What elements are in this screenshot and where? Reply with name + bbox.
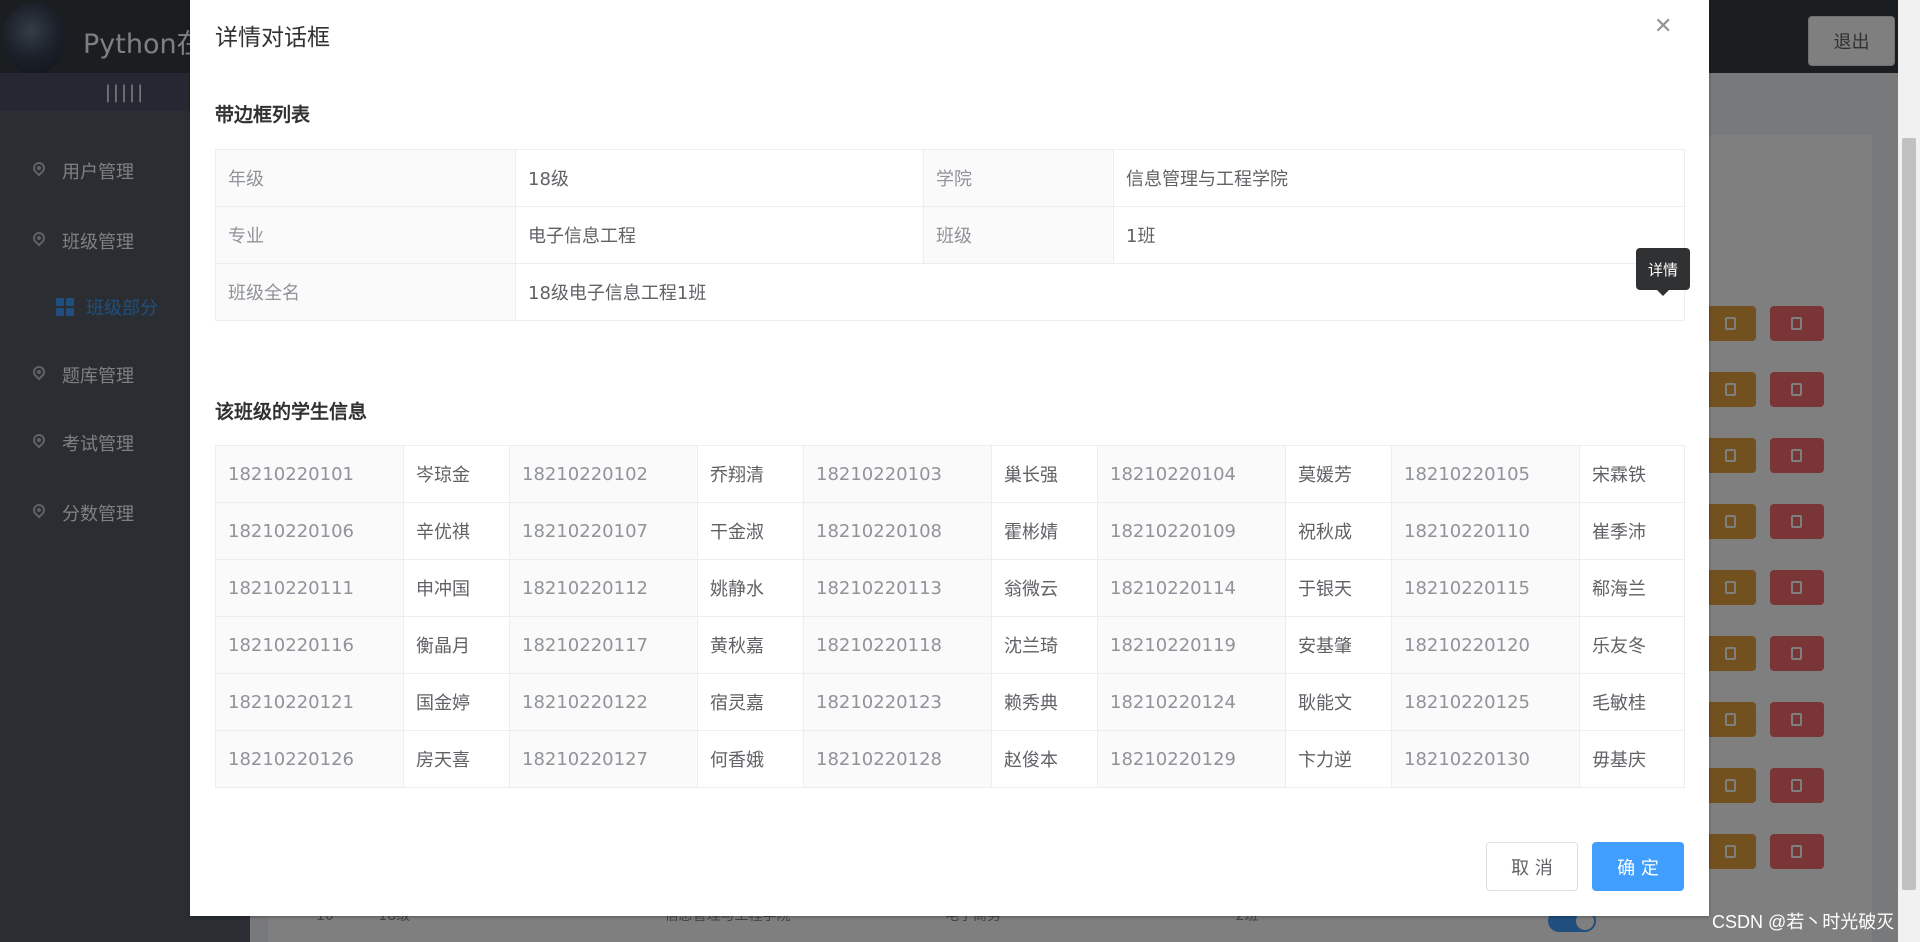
student-name: 岑琼金 — [403, 445, 510, 503]
student-name: 乔翔清 — [697, 445, 804, 503]
details-tooltip: 详情 — [1636, 248, 1690, 296]
section-title-student-info: 该班级的学生信息 — [215, 401, 368, 423]
class-label: 班级 — [923, 206, 1114, 264]
student-name: 翁微云 — [991, 559, 1098, 617]
student-id: 18210220124 — [1097, 673, 1286, 731]
table-row: 18210220126 房天喜 18210220127 何香娥 18210220128 赵… — [215, 730, 1685, 788]
student-info-table: 18210220101 岑琼金 18210220102 乔翔清 18210220103 巢… — [215, 445, 1685, 788]
student-name: 安基肇 — [1285, 616, 1392, 674]
student-id: 18210220123 — [803, 673, 992, 731]
table-row: 年级 18级 学院 信息管理与工程学院 — [215, 149, 1685, 207]
table-row: 班级全名 18级电子信息工程1班 — [215, 263, 1685, 321]
college-value: 信息管理与工程学院 — [1113, 149, 1685, 207]
student-id: 18210220105 — [1391, 445, 1580, 503]
student-name: 霍彬婧 — [991, 502, 1098, 560]
student-name: 乐友冬 — [1579, 616, 1685, 674]
student-name: 赖秀典 — [991, 673, 1098, 731]
student-name: 黄秋嘉 — [697, 616, 804, 674]
table-row: 18210220121 国金婷 18210220122 宿灵嘉 18210220123 赖… — [215, 673, 1685, 731]
student-name: 郗海兰 — [1579, 559, 1685, 617]
student-id: 18210220107 — [509, 502, 698, 560]
student-name: 毋基庆 — [1579, 730, 1685, 788]
student-id: 18210220109 — [1097, 502, 1286, 560]
class-value: 1班 — [1113, 206, 1685, 264]
student-name: 耿能文 — [1285, 673, 1392, 731]
grade-label: 年级 — [215, 149, 516, 207]
table-row: 18210220111 申冲国 18210220112 姚静水 18210220113 翁… — [215, 559, 1685, 617]
student-name: 衡晶月 — [403, 616, 510, 674]
student-name: 宿灵嘉 — [697, 673, 804, 731]
college-label: 学院 — [923, 149, 1114, 207]
page-scrollbar[interactable] — [1898, 0, 1920, 942]
table-row: 专业 电子信息工程 班级 1班 — [215, 206, 1685, 264]
student-id: 18210220103 — [803, 445, 992, 503]
student-name: 卞力逆 — [1285, 730, 1392, 788]
student-name: 宋霖铁 — [1579, 445, 1685, 503]
student-id: 18210220102 — [509, 445, 698, 503]
student-name: 姚静水 — [697, 559, 804, 617]
student-id: 18210220126 — [215, 730, 404, 788]
student-id: 18210220120 — [1391, 616, 1580, 674]
watermark: CSDN @若丶时光破灭 — [1712, 912, 1895, 932]
student-id: 18210220127 — [509, 730, 698, 788]
student-name: 于银天 — [1285, 559, 1392, 617]
student-id: 18210220116 — [215, 616, 404, 674]
student-id: 18210220112 — [509, 559, 698, 617]
table-row: 18210220106 辛优祺 18210220107 干金淑 18210220108 霍… — [215, 502, 1685, 560]
student-id: 18210220125 — [1391, 673, 1580, 731]
student-name: 房天喜 — [403, 730, 510, 788]
student-name: 莫媛芳 — [1285, 445, 1392, 503]
student-id: 18210220108 — [803, 502, 992, 560]
student-name: 巢长强 — [991, 445, 1098, 503]
student-name: 赵俊本 — [991, 730, 1098, 788]
dialog-title: 详情对话框 — [215, 25, 330, 51]
confirm-button[interactable]: 确 定 — [1592, 842, 1684, 891]
grade-value: 18级 — [515, 149, 924, 207]
student-name: 祝秋成 — [1285, 502, 1392, 560]
table-row: 18210220101 岑琼金 18210220102 乔翔清 18210220103 巢… — [215, 445, 1685, 503]
major-value: 电子信息工程 — [515, 206, 924, 264]
student-id: 18210220101 — [215, 445, 404, 503]
student-id: 18210220119 — [1097, 616, 1286, 674]
student-id: 18210220128 — [803, 730, 992, 788]
student-id: 18210220117 — [509, 616, 698, 674]
student-id: 18210220104 — [1097, 445, 1286, 503]
cancel-button[interactable]: 取 消 — [1486, 842, 1578, 891]
student-name: 国金婷 — [403, 673, 510, 731]
student-name: 何香娥 — [697, 730, 804, 788]
class-info-table: 年级 18级 学院 信息管理与工程学院 专业 电子信息工程 班级 1班 班级全名… — [215, 149, 1685, 321]
scrollbar-thumb[interactable] — [1902, 138, 1916, 890]
student-name: 辛优祺 — [403, 502, 510, 560]
student-id: 18210220113 — [803, 559, 992, 617]
details-dialog: 详情对话框 ✕ 带边框列表 年级 18级 学院 信息管理与工程学院 专业 电子信… — [190, 0, 1709, 916]
student-id: 18210220121 — [215, 673, 404, 731]
student-id: 18210220110 — [1391, 502, 1580, 560]
student-name: 崔季沛 — [1579, 502, 1685, 560]
student-id: 18210220130 — [1391, 730, 1580, 788]
fullname-label: 班级全名 — [215, 263, 516, 321]
table-row: 18210220116 衡晶月 18210220117 黄秋嘉 18210220118 沈… — [215, 616, 1685, 674]
student-id: 18210220111 — [215, 559, 404, 617]
student-name: 干金淑 — [697, 502, 804, 560]
student-id: 18210220122 — [509, 673, 698, 731]
section-title-bordered-list: 带边框列表 — [215, 104, 311, 126]
fullname-value: 18级电子信息工程1班 — [515, 263, 1685, 321]
student-id: 18210220114 — [1097, 559, 1286, 617]
student-id: 18210220106 — [215, 502, 404, 560]
major-label: 专业 — [215, 206, 516, 264]
close-icon[interactable]: ✕ — [1654, 14, 1672, 39]
student-name: 沈兰琦 — [991, 616, 1098, 674]
student-id: 18210220115 — [1391, 559, 1580, 617]
student-name: 毛敏桂 — [1579, 673, 1685, 731]
student-id: 18210220118 — [803, 616, 992, 674]
student-name: 申冲国 — [403, 559, 510, 617]
student-id: 18210220129 — [1097, 730, 1286, 788]
